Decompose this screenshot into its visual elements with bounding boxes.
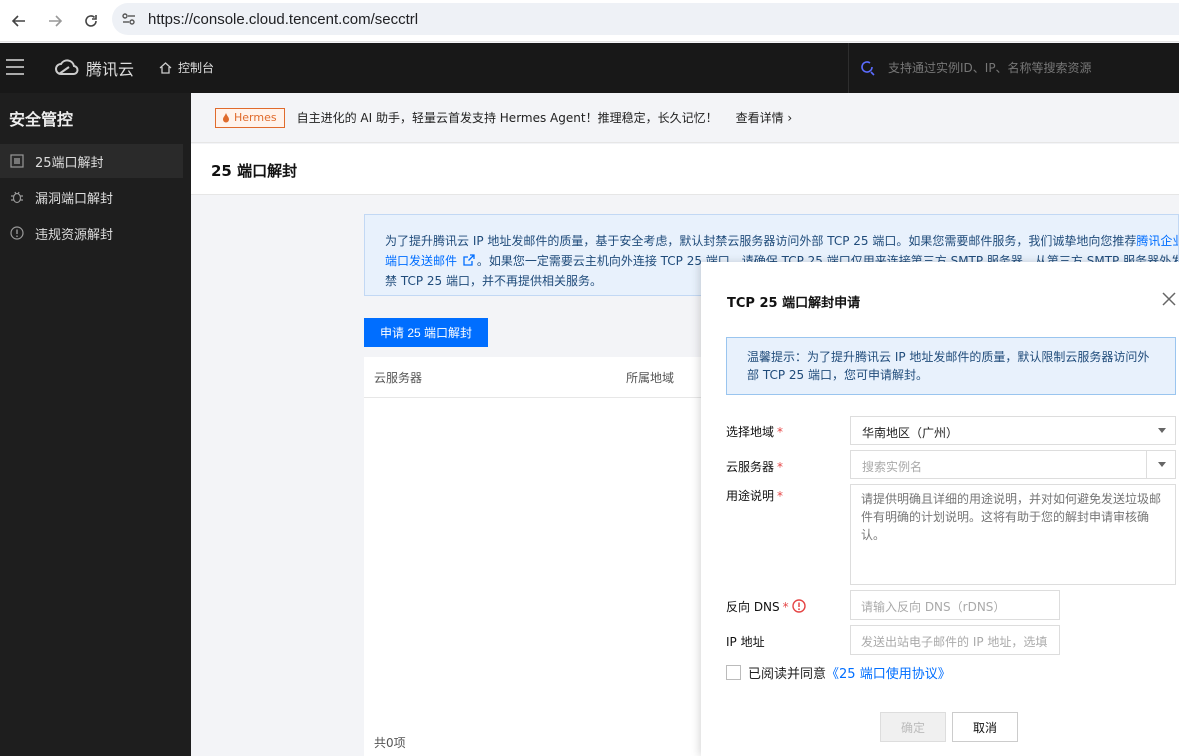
hermes-badge: Hermes xyxy=(215,107,285,128)
server-label: 云服务器 * xyxy=(726,460,784,474)
sidebar-item-port25-unblock[interactable]: 25端口解封 xyxy=(0,144,183,178)
agree-text: 已阅读并同意 xyxy=(748,667,827,682)
tencent-cloud-logo[interactable]: 腾讯云 xyxy=(54,56,134,80)
sidebar: 安全管控 25端口解封 漏洞端口解封 违规资源解封 xyxy=(0,93,191,756)
dns-placeholder: 请输入反向 DNS（rDNS） xyxy=(861,600,1006,614)
agreement-row: 已阅读并同意 《25 端口使用协议》 xyxy=(726,663,951,682)
purpose-label: 用途说明 * xyxy=(726,489,784,503)
sidebar-item-label: 漏洞端口解封 xyxy=(35,191,114,207)
resource-search[interactable]: 支持通过实例ID、IP、名称等搜索资源 xyxy=(858,58,1092,76)
ip-placeholder: 发送出站电子邮件的 IP 地址，选填 xyxy=(861,635,1048,649)
sidebar-title: 安全管控 xyxy=(9,110,74,129)
banner-text: 自主进化的 AI 助手，轻量云首发支持 Hermes Agent！推理稳定，长久… xyxy=(296,111,718,125)
ip-address-input[interactable]: 发送出站电子邮件的 IP 地址，选填 xyxy=(850,625,1060,655)
cancel-button[interactable]: 取消 xyxy=(952,712,1018,742)
column-header-region: 所属地域 xyxy=(626,371,675,385)
url-text: https://console.cloud.tencent.com/secctr… xyxy=(148,10,419,28)
address-bar[interactable]: https://console.cloud.tencent.com/secctr… xyxy=(112,3,1179,35)
site-settings-icon[interactable] xyxy=(120,10,138,28)
tencent-exmail-link[interactable]: 腾讯企业邮 xyxy=(1136,234,1178,248)
close-icon[interactable] xyxy=(1161,291,1177,307)
sidebar-item-violation-unblock[interactable]: 违规资源解封 xyxy=(0,216,183,250)
purpose-textarea[interactable] xyxy=(850,484,1176,585)
region-value: 华南地区（广州） xyxy=(862,426,959,440)
forward-icon[interactable] xyxy=(44,10,66,32)
box-icon xyxy=(10,154,24,168)
cloud-icon xyxy=(55,59,79,75)
server-placeholder: 搜索实例名 xyxy=(862,460,923,474)
logo-text: 腾讯云 xyxy=(86,60,135,79)
home-icon xyxy=(159,61,172,74)
region-select[interactable]: 华南地区（广州） xyxy=(850,416,1176,445)
agreement-link[interactable]: 《25 端口使用协议》 xyxy=(826,663,951,682)
region-label: 选择地域 * xyxy=(726,425,784,439)
badge-label: Hermes xyxy=(234,111,277,124)
unblock-apply-modal: TCP 25 端口解封申请 温馨提示：为了提升腾讯云 IP 地址发邮件的质量，默… xyxy=(701,262,1179,756)
console-label: 控制台 xyxy=(178,61,215,75)
nav-divider xyxy=(848,43,849,93)
browser-toolbar: https://console.cloud.tencent.com/secctr… xyxy=(0,0,1179,42)
confirm-button[interactable]: 确定 xyxy=(880,712,946,742)
notice-port-link[interactable]: 端口发送邮件 xyxy=(385,254,457,268)
sidebar-item-label: 违规资源解封 xyxy=(35,227,114,243)
sidebar-item-label: 25端口解封 xyxy=(35,155,104,171)
search-icon xyxy=(861,61,875,76)
dns-label: 反向 DNS * xyxy=(726,598,806,615)
notice-part1: 为了提升腾讯云 IP 地址发邮件的质量，基于安全考虑，默认封禁云服务器访问外部 … xyxy=(385,234,1137,248)
chevron-down-icon xyxy=(1158,462,1166,467)
reverse-dns-input[interactable]: 请输入反向 DNS（rDNS） xyxy=(850,590,1060,620)
agreement-checkbox[interactable] xyxy=(726,665,741,680)
notice-part4: 禁 TCP 25 端口，并不再提供相关服务。 xyxy=(385,274,602,288)
back-icon[interactable] xyxy=(8,10,30,32)
modal-title: TCP 25 端口解封申请 xyxy=(727,296,861,311)
flame-icon xyxy=(223,112,229,122)
page-header: 25 端口解封 xyxy=(191,144,1179,195)
top-navigation: 腾讯云 控制台 支持通过实例ID、IP、名称等搜索资源 xyxy=(0,43,1179,93)
modal-tip: 温馨提示：为了提升腾讯云 IP 地址发邮件的质量，默认限制云服务器访问外部 TC… xyxy=(726,337,1176,395)
sidebar-item-vuln-port-unblock[interactable]: 漏洞端口解封 xyxy=(0,180,183,214)
warning-icon[interactable] xyxy=(791,599,806,613)
promo-banner: Hermes 自主进化的 AI 助手，轻量云首发支持 Hermes Agent！… xyxy=(191,93,1179,143)
menu-icon[interactable] xyxy=(6,59,24,75)
table-total-count: 共0项 xyxy=(374,736,406,750)
external-link-icon[interactable] xyxy=(463,254,475,266)
modal-tip-text: 温馨提示：为了提升腾讯云 IP 地址发邮件的质量，默认限制云服务器访问外部 TC… xyxy=(747,350,1150,382)
select-divider xyxy=(1146,451,1147,478)
page-title: 25 端口解封 xyxy=(211,162,298,180)
console-home-link[interactable]: 控制台 xyxy=(158,59,214,76)
bug-icon xyxy=(11,191,23,204)
server-select[interactable]: 搜索实例名 xyxy=(850,450,1176,479)
apply-unblock-button[interactable]: 申请 25 端口解封 xyxy=(364,318,488,347)
banner-details-link[interactable]: 查看详情 › xyxy=(736,109,793,126)
reload-icon[interactable] xyxy=(80,10,102,32)
chevron-down-icon xyxy=(1158,428,1166,433)
search-placeholder: 支持通过实例ID、IP、名称等搜索资源 xyxy=(888,60,1092,75)
column-header-server: 云服务器 xyxy=(374,371,423,385)
alert-circle-icon xyxy=(10,226,24,240)
ip-label: IP 地址 xyxy=(726,635,765,649)
